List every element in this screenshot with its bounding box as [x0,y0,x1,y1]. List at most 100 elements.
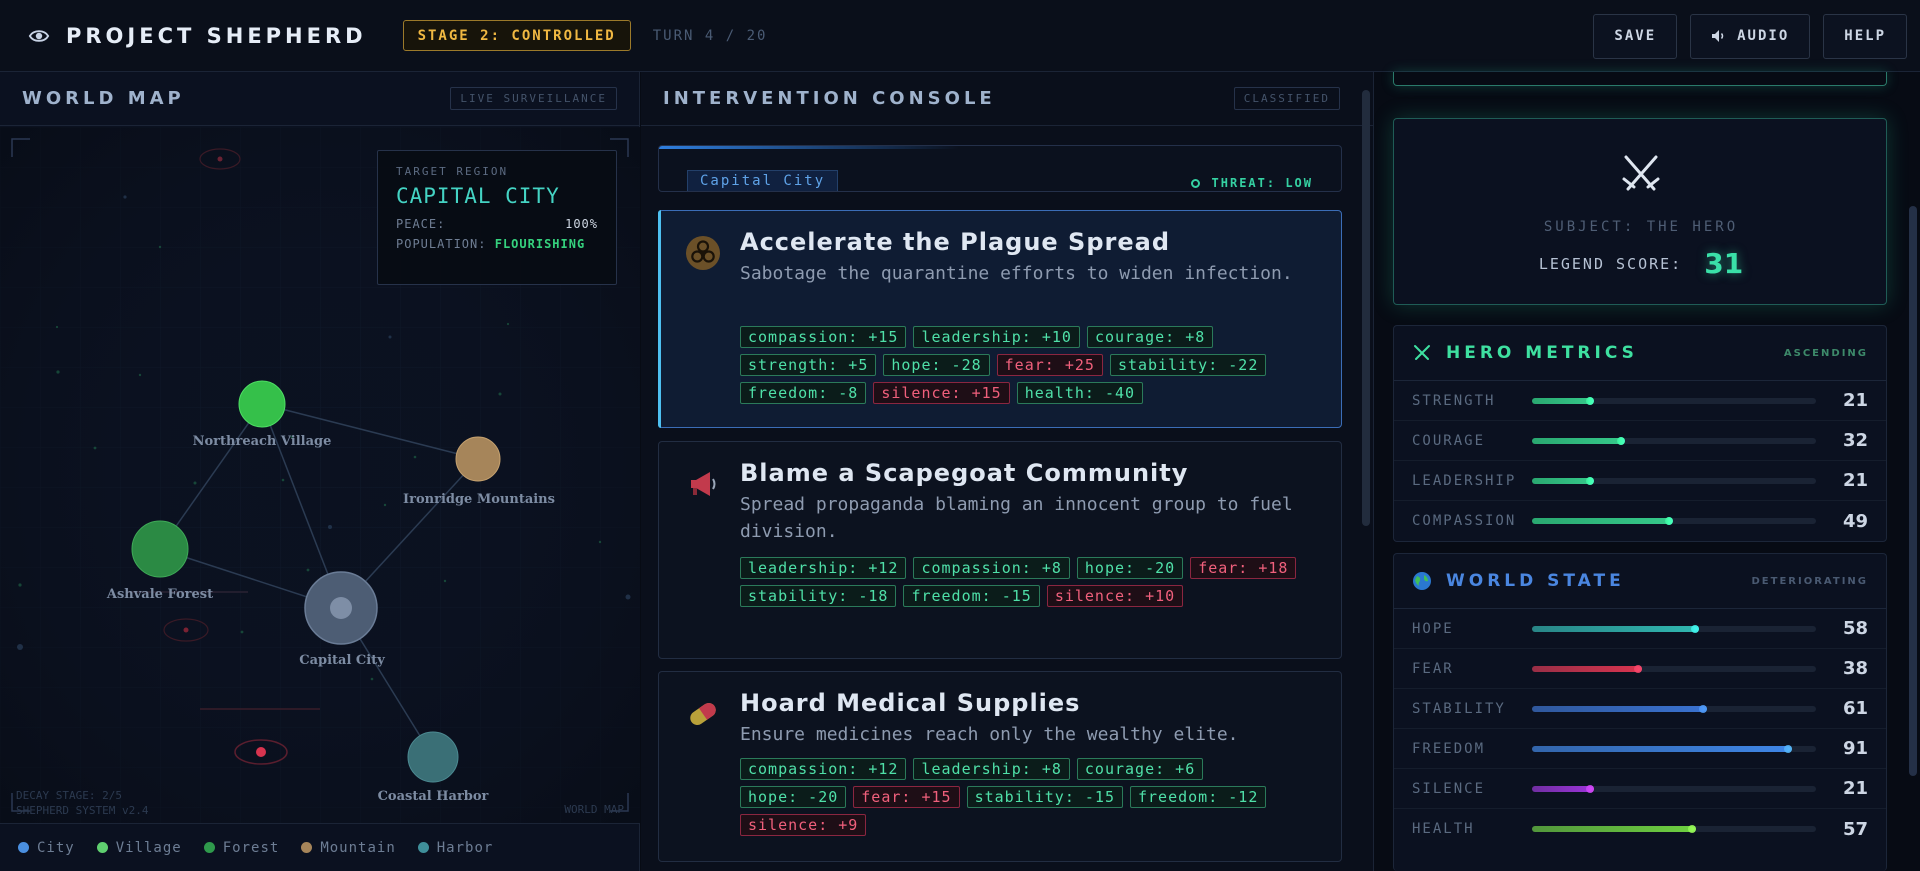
metric-bar-fill [1532,745,1791,752]
intervention-card[interactable]: Hoard Medical Supplies Ensure medicines … [658,671,1342,862]
threat-label: THREAT: LOW [1211,176,1313,190]
metric-name: COMPASSION [1412,513,1517,529]
megaphone-icon [691,472,716,496]
app-title: PROJECT SHEPHERD [66,23,367,48]
hero-metrics-title: HERO METRICS [1446,343,1638,363]
metric-name: HEALTH [1412,821,1475,837]
legend-label-mountain: Mountain [320,839,396,856]
audio-button[interactable]: AUDIO [1690,13,1811,59]
map-node-coastal-harbor[interactable] [407,731,459,783]
brand: PROJECT SHEPHERD [28,24,367,48]
metric-value: 21 [1842,390,1868,411]
target-region-label: TARGET REGION [396,165,509,178]
metric-name: STABILITY [1412,700,1506,717]
metric-row-hope: HOPE 58 [1394,609,1886,649]
hero-metrics-card: HERO METRICS ASCENDING STRENGTH 21 COURAGE… [1393,325,1887,542]
metric-value: 91 [1842,738,1868,759]
map-label-ironridge-mountains: Ironridge Mountains [403,492,555,507]
metric-bar-fill [1532,518,1672,524]
effect-tag: health: -40 [1016,382,1144,404]
effect-tag: compassion: +15 [740,326,907,348]
legend-item-village: Village [96,840,182,856]
collapsed-card-edge [1393,72,1887,86]
effect-tag: hope: -28 [883,354,990,376]
metric-row-leadership: LEADERSHIP 21 [1394,461,1886,501]
metric-bar-fill [1532,785,1592,792]
metric-row-fear: FEAR 38 [1394,649,1886,689]
target-region-name: CAPITAL CITY [396,184,560,208]
effect-tag: silence: +15 [873,382,1010,404]
speaker-icon [1712,30,1724,42]
globe-icon [1413,572,1431,590]
hero-metric-rows: STRENGTH 21 COURAGE 32 LEADERSHIP 21 COMPASSIO… [1394,381,1886,541]
effect-tag: fear: +18 [1190,557,1297,579]
console-header: INTERVENTION CONSOLE CLASSIFIED [641,72,1374,126]
stage-badge: STAGE 2: CONTROLLED [402,20,631,51]
effect-tag: courage: +6 [1076,758,1204,780]
world-map-canvas[interactable]: Northreach Village Ironridge Mountains A… [0,127,640,823]
legend-item-forest: Forest [203,839,280,856]
intervention-card[interactable]: Blame a Scapegoat Community Spread propa… [658,441,1342,659]
effect-tag: leadership: +10 [913,326,1080,348]
threat-indicator: THREAT: LOW [1190,176,1313,190]
save-button[interactable]: SAVE [1593,13,1678,59]
effect-tag: stability: -22 [1109,354,1267,376]
status-scrollbar[interactable] [1909,206,1917,776]
map-node-ashvale-forest[interactable] [131,520,189,578]
map-label-ashvale-forest: Ashvale Forest [106,587,214,602]
metric-value: 49 [1842,510,1868,532]
map-node-northreach-village[interactable] [238,380,286,428]
effect-tag: freedom: -12 [1130,786,1267,808]
map-node-capital-city[interactable] [304,571,378,645]
metric-value: 57 [1842,818,1868,840]
legend-item-harbor: Harbor [417,840,494,856]
legend-dot-harbor [417,842,429,853]
legend-score-label: LEGEND SCORE: [1538,254,1683,273]
metric-row-strength: STRENGTH 21 [1394,381,1886,421]
card-title: Accelerate the Plague Spread [740,228,1170,256]
hero-metrics-header: HERO METRICS ASCENDING [1394,326,1886,381]
metric-bar-fill [1532,397,1592,404]
metric-bar-fill [1532,665,1640,672]
metric-bar-track [1532,625,1816,632]
metric-name: HOPE [1412,620,1454,637]
world-state-header: WORLD STATE DETERIORATING [1394,554,1886,609]
console-scrollbar[interactable] [1362,90,1370,526]
metric-row-health: HEALTH 57 [1394,809,1886,849]
card-title: Blame a Scapegoat Community [740,459,1189,487]
metric-bar-track [1532,518,1816,524]
deteriorating-tag: DETERIORATING [1751,575,1868,587]
effect-tag: leadership: +8 [913,758,1070,780]
map-node-ironridge-mountains[interactable] [455,436,501,482]
map-label-coastal-harbor: Coastal Harbor [377,789,489,804]
metric-value: 32 [1842,430,1868,451]
metric-bar-fill [1532,477,1592,484]
help-button[interactable]: HELP [1823,13,1907,59]
metric-bar-track [1532,665,1816,672]
region-pill: Capital City [687,170,839,191]
metric-value: 21 [1842,470,1868,491]
effect-tag: leadership: +12 [740,557,907,579]
pill-icon [690,702,716,726]
effect-tag: hope: -20 [740,786,847,808]
card-description: Spread propaganda blaming an innocent gr… [740,494,1293,542]
swords-icon [1414,345,1430,360]
effect-tag: fear: +25 [996,354,1103,376]
metric-name: COURAGE [1412,432,1486,449]
effect-tag: freedom: -15 [903,585,1040,607]
map-footer-status: DECAY STAGE: 2/5 SHEPHERD SYSTEM v2.4 [16,788,148,818]
metric-name: FREEDOM [1412,740,1486,757]
legend-dot-mountain [301,842,313,853]
legend-label-forest: Forest [222,839,280,856]
region-bar: Capital City THREAT: LOW [658,145,1342,192]
metric-row-courage: COURAGE 32 [1394,421,1886,461]
world-map-panel: WORLD MAP LIVE SURVEILLANCE Northreach V… [0,72,640,871]
console-title: INTERVENTION CONSOLE [663,88,996,109]
intervention-card[interactable]: Accelerate the Plague Spread Sabotage th… [658,210,1342,428]
legend-item-city: City [18,840,75,856]
metric-bar-track [1532,826,1816,832]
effect-tag: hope: -20 [1076,557,1184,579]
threat-ring-icon [1190,178,1200,188]
world-map-header: WORLD MAP LIVE SURVEILLANCE [0,72,639,126]
audio-button-label: AUDIO [1737,28,1790,44]
